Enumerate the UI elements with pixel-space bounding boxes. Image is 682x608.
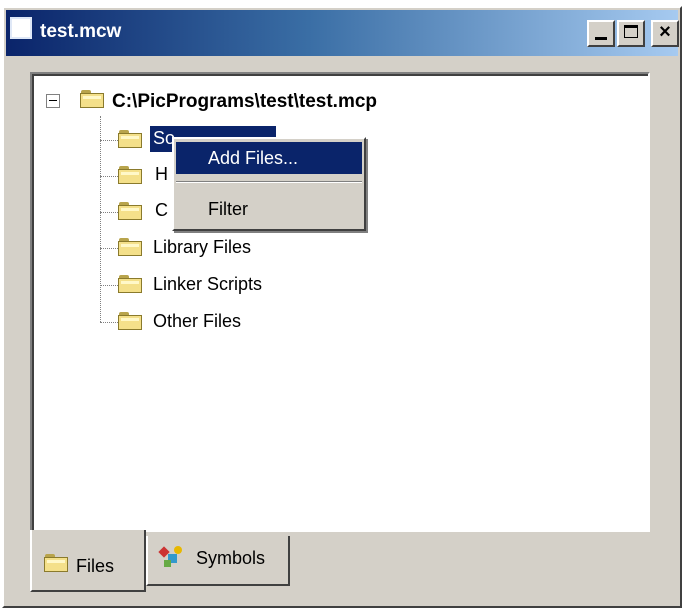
maximize-icon (624, 25, 638, 38)
tree-item-library-files[interactable]: Library Files (153, 235, 251, 259)
tree-item-object-files[interactable]: C (155, 198, 168, 222)
title-bar[interactable]: test.mcw × (6, 10, 679, 56)
folder-icon (118, 238, 142, 256)
folder-icon (118, 275, 142, 293)
tree-connector (100, 176, 118, 177)
project-folder-icon (80, 90, 104, 108)
tab-files[interactable]: Files (30, 530, 146, 592)
tree-root-label[interactable]: C:\PicPrograms\test\test.mcp (112, 90, 377, 114)
tree-item-linker-scripts[interactable]: Linker Scripts (153, 272, 262, 296)
tab-symbols[interactable]: Symbols (146, 536, 290, 586)
context-menu: Add Files... Filter (172, 137, 366, 231)
symbols-icon (158, 546, 184, 570)
folder-icon (118, 130, 142, 148)
folder-icon (118, 202, 142, 220)
window-title: test.mcw (40, 21, 122, 42)
menu-item-label: Filter (208, 199, 248, 219)
tree-connector (100, 212, 118, 213)
menu-separator (176, 181, 362, 183)
tree-item-other-files[interactable]: Other Files (153, 309, 241, 333)
tree-connector (100, 322, 118, 323)
close-button[interactable]: × (651, 20, 679, 47)
close-icon: × (659, 21, 671, 43)
menu-item-add-files[interactable]: Add Files... (176, 142, 362, 174)
menu-item-label: Add Files... (208, 148, 299, 168)
folder-icon (118, 166, 142, 184)
maximize-button[interactable] (617, 20, 645, 47)
tab-label: Files (76, 556, 115, 576)
minimize-button[interactable] (587, 20, 615, 47)
folder-icon (44, 554, 68, 572)
tree-connector (100, 248, 118, 249)
folder-icon (118, 312, 142, 330)
tree-connector (100, 140, 118, 141)
window-icon (10, 17, 32, 39)
menu-item-filter[interactable]: Filter (176, 193, 362, 225)
tree-connector (100, 116, 101, 322)
minimize-icon (595, 37, 607, 40)
tree-item-header-files[interactable]: H (155, 162, 168, 186)
collapse-toggle[interactable] (46, 94, 60, 108)
tree-connector (100, 285, 118, 286)
tab-label: Symbols (196, 548, 266, 568)
